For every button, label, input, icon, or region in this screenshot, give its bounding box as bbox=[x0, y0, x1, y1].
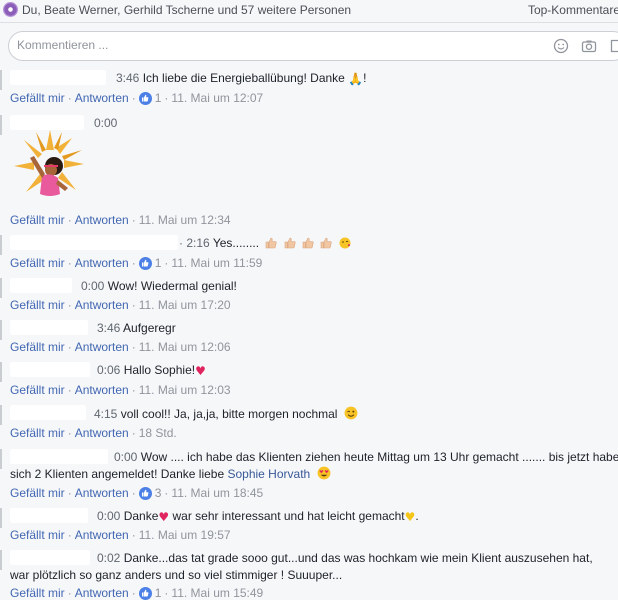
video-timestamp[interactable]: 0:00 bbox=[81, 279, 104, 293]
comment-date[interactable]: 11. Mai um 19:57 bbox=[139, 528, 231, 542]
comment-text: Danke...das tat grade sooo gut...und das… bbox=[123, 551, 593, 565]
author-name[interactable] bbox=[10, 405, 86, 420]
love-reaction-icon bbox=[3, 2, 18, 17]
thumbs-up-emoji-icon bbox=[321, 237, 333, 249]
reply-button[interactable]: Antworten bbox=[75, 586, 129, 600]
red-heart-emoji-icon: ♥ bbox=[158, 510, 170, 524]
reply-button[interactable]: Antworten bbox=[75, 340, 129, 354]
comment-date[interactable]: 11. Mai um 12:06 bbox=[139, 340, 231, 354]
reply-button[interactable]: Antworten bbox=[75, 426, 129, 440]
comment-text: Hallo Sophie! bbox=[123, 363, 196, 377]
author-name[interactable] bbox=[10, 70, 106, 85]
reply-button[interactable]: Antworten bbox=[75, 383, 129, 397]
like-button[interactable]: Gefällt mir bbox=[10, 426, 65, 440]
reactions-bar: Du, Beate Werner, Gerhild Tscherne und 5… bbox=[0, 0, 618, 22]
video-timestamp[interactable]: 0:06 bbox=[97, 363, 120, 377]
comment-date[interactable]: 11. Mai um 12:34 bbox=[139, 213, 231, 227]
camera-icon[interactable] bbox=[581, 38, 597, 54]
like-count-icon[interactable] bbox=[138, 256, 152, 270]
comment-composer[interactable] bbox=[8, 31, 618, 61]
sort-comments-dropdown[interactable]: Top-Kommentare bbox=[528, 3, 618, 17]
comment-text-continued: sich 2 Klienten angemeldet! Danke liebe bbox=[10, 467, 225, 481]
video-timestamp[interactable]: 4:15 bbox=[94, 407, 117, 421]
like-button[interactable]: Gefällt mir bbox=[10, 298, 65, 312]
author-name[interactable] bbox=[10, 235, 178, 250]
like-button[interactable]: Gefällt mir bbox=[10, 256, 65, 270]
reply-button[interactable]: Antworten bbox=[75, 213, 129, 227]
like-count[interactable]: 1 bbox=[155, 256, 162, 270]
comment-text: Ich liebe die Energieballübung! Danke bbox=[142, 71, 345, 85]
like-count[interactable]: 1 bbox=[155, 586, 162, 600]
author-name[interactable] bbox=[10, 278, 72, 293]
kiss-face-emoji-icon bbox=[339, 237, 351, 249]
like-button[interactable]: Gefällt mir bbox=[10, 486, 65, 500]
comment-date[interactable]: 11. Mai um 17:20 bbox=[139, 298, 231, 312]
comment-input[interactable] bbox=[17, 38, 477, 52]
video-timestamp[interactable]: 0:00 bbox=[97, 509, 120, 523]
thumbs-up-emoji-icon bbox=[284, 237, 296, 249]
like-button[interactable]: Gefällt mir bbox=[10, 383, 65, 397]
emoji-icon[interactable] bbox=[553, 38, 569, 54]
like-button[interactable]: Gefällt mir bbox=[10, 91, 65, 105]
comment-date[interactable]: 18 Std. bbox=[139, 426, 177, 440]
reply-button[interactable]: Antworten bbox=[75, 256, 129, 270]
folded-hands-emoji-icon: 🙏 bbox=[348, 72, 364, 86]
thumbs-up-emoji-icon bbox=[266, 237, 277, 249]
reply-button[interactable]: Antworten bbox=[75, 298, 129, 312]
comment-date[interactable]: 11. Mai um 11:59 bbox=[171, 256, 262, 270]
comment-text: Danke bbox=[123, 509, 159, 523]
red-heart-emoji-icon: ♥ bbox=[195, 364, 206, 378]
comment-text-continued: war sehr interessant und hat leicht gema… bbox=[172, 509, 405, 523]
comment-date[interactable]: 11. Mai um 12:07 bbox=[171, 91, 263, 105]
comment-date[interactable]: 11. Mai um 18:45 bbox=[171, 486, 263, 500]
video-timestamp[interactable]: 0:00 bbox=[114, 450, 137, 464]
comment-text: Yes........ bbox=[212, 236, 260, 250]
video-timestamp[interactable]: 3:46 bbox=[97, 321, 120, 335]
like-button[interactable]: Gefällt mir bbox=[10, 528, 65, 542]
like-count[interactable]: 1 bbox=[155, 91, 162, 105]
comment-text-continued: war plötzlich so ganz anders und so viel… bbox=[10, 568, 343, 582]
like-count-icon[interactable] bbox=[138, 486, 152, 500]
author-name[interactable] bbox=[10, 362, 90, 377]
video-timestamp[interactable]: 3:46 bbox=[116, 71, 139, 85]
comment-date[interactable]: 11. Mai um 12:03 bbox=[139, 383, 231, 397]
yellow-heart-emoji-icon: ♥ bbox=[404, 510, 416, 524]
like-count-icon[interactable] bbox=[138, 586, 152, 600]
video-timestamp[interactable]: 0:00 bbox=[94, 116, 117, 130]
like-count[interactable]: 3 bbox=[155, 486, 162, 500]
sticker-icon[interactable] bbox=[609, 38, 618, 54]
comment-text: Aufgeregr bbox=[123, 321, 176, 335]
like-button[interactable]: Gefällt mir bbox=[10, 586, 65, 600]
author-name[interactable] bbox=[10, 449, 108, 464]
author-name[interactable] bbox=[10, 550, 90, 565]
comment-date[interactable]: 11. Mai um 15:49 bbox=[171, 586, 263, 600]
thumbs-up-emoji-icon bbox=[302, 237, 314, 249]
reply-button[interactable]: Antworten bbox=[75, 91, 129, 105]
author-name[interactable] bbox=[10, 320, 88, 335]
reactors-link[interactable]: Du, Beate Werner, Gerhild Tscherne und 5… bbox=[22, 3, 351, 17]
video-timestamp[interactable]: 2:16 bbox=[186, 236, 209, 250]
heart-eyes-emoji-icon bbox=[317, 466, 330, 480]
comment-text: voll cool!! Ja, ja,ja, bitte morgen noch… bbox=[120, 407, 338, 421]
reply-button[interactable]: Antworten bbox=[75, 528, 129, 542]
celebration-sticker-icon bbox=[14, 130, 84, 196]
comment-text: Wow! Wiedermal genial! bbox=[107, 279, 237, 293]
comment-text: Wow .... ich habe das Klienten ziehen he… bbox=[140, 450, 618, 464]
mention-link[interactable]: Sophie Horvath bbox=[227, 467, 310, 481]
like-button[interactable]: Gefällt mir bbox=[10, 340, 65, 354]
like-count-icon[interactable] bbox=[138, 91, 152, 105]
author-name[interactable] bbox=[10, 508, 88, 523]
video-timestamp[interactable]: 0:02 bbox=[97, 551, 120, 565]
like-button[interactable]: Gefällt mir bbox=[10, 213, 65, 227]
divider bbox=[0, 22, 618, 23]
reply-button[interactable]: Antworten bbox=[75, 486, 129, 500]
winking-face-emoji-icon bbox=[344, 406, 358, 420]
